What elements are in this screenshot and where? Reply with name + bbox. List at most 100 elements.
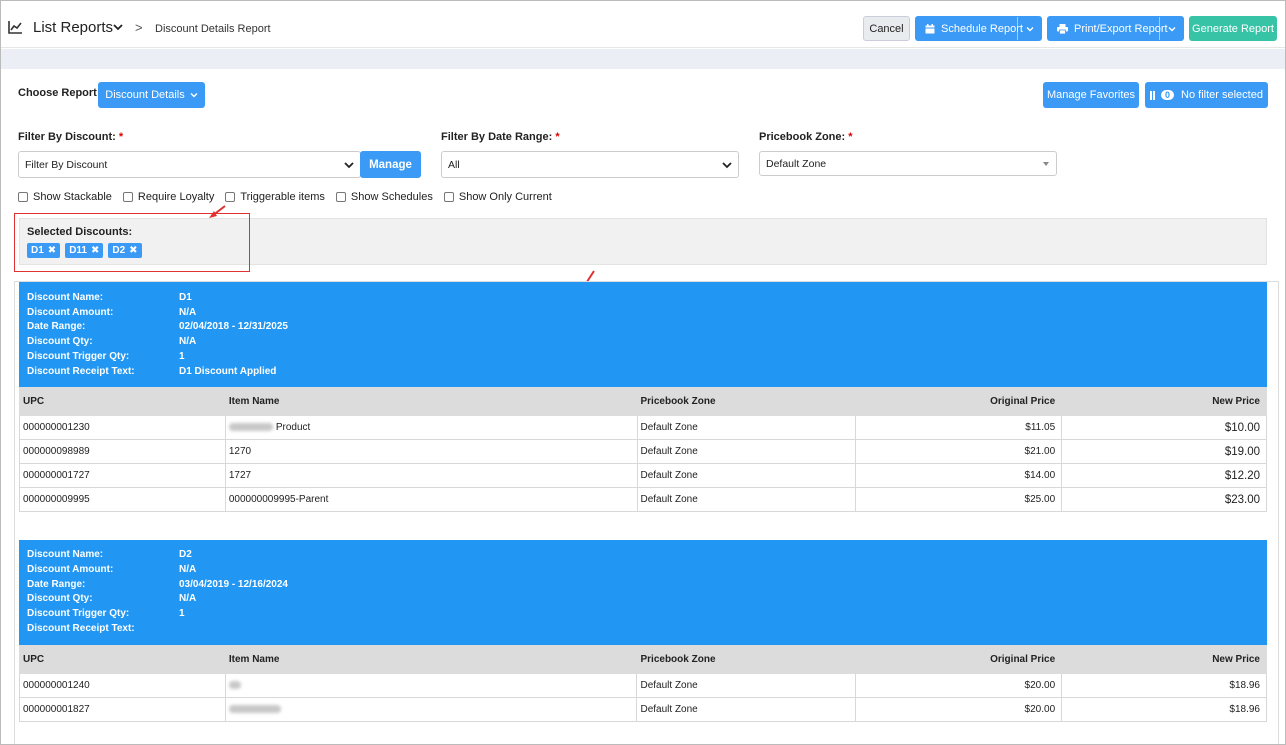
chevron-down-icon	[190, 93, 198, 98]
cell-original-price: $20.00	[855, 673, 1063, 698]
cell-zone: Default Zone	[636, 673, 857, 698]
breadcrumb-separator: >	[135, 20, 143, 35]
discount-amount-value: N/A	[179, 307, 197, 318]
checkbox-box[interactable]	[335, 192, 346, 202]
pricebook-zone-select[interactable]: Default Zone	[759, 151, 1057, 176]
column-header-item-name[interactable]: Item Name	[224, 387, 638, 416]
filter-list-icon	[1150, 90, 1157, 100]
pricebook-zone-label: Pricebook Zone: *	[759, 131, 853, 143]
cell-upc: 000000009995	[19, 487, 226, 512]
cell-zone: Default Zone	[636, 463, 857, 488]
filter-checkboxes: Show Stackable Require Loyalty Triggerab…	[18, 191, 563, 203]
date-range-select[interactable]: All	[441, 151, 739, 178]
cell-new-price: $10.00	[1061, 415, 1267, 440]
generate-report-label: Generate Report	[1192, 22, 1274, 35]
redacted-text	[228, 681, 241, 690]
print-export-label: Print/Export Report	[1074, 22, 1168, 35]
checkbox-box[interactable]	[122, 192, 133, 202]
cell-new-price: $19.00	[1061, 439, 1267, 464]
show-stackable-checkbox[interactable]: Show Stackable	[18, 191, 112, 203]
cell-item-name: 1270	[224, 439, 638, 464]
column-header-original-price[interactable]: Original Price	[855, 387, 1063, 416]
required-marker: *	[118, 131, 124, 143]
cancel-button[interactable]: Cancel	[863, 16, 910, 41]
column-header-pricebook-zone[interactable]: Pricebook Zone	[636, 387, 857, 416]
cell-original-price: $20.00	[855, 697, 1063, 722]
column-header-upc[interactable]: UPC	[19, 387, 226, 416]
discount-name-value: D2	[179, 549, 192, 560]
discount-name-value: D1	[179, 292, 192, 303]
manage-favorites-button[interactable]: Manage Favorites	[1043, 82, 1139, 108]
triggerable-items-checkbox[interactable]: Triggerable items	[225, 191, 325, 203]
cell-item-name: 1727	[224, 463, 638, 488]
checkbox-box[interactable]	[225, 192, 236, 202]
field-label: Discount Qty:	[27, 336, 93, 347]
table-row: 000000001827 Default Zone $20.00 $18.96	[19, 697, 1267, 722]
discount-qty-value: N/A	[179, 593, 197, 604]
cell-zone: Default Zone	[636, 697, 857, 722]
filter-discount-value: Filter By Discount	[25, 158, 108, 171]
column-header-new-price[interactable]: New Price	[1061, 387, 1267, 416]
schedule-report-button[interactable]: Schedule Report	[915, 16, 1042, 41]
show-only-current-checkbox[interactable]: Show Only Current	[443, 191, 552, 203]
header-divider-band	[1, 49, 1285, 69]
cell-new-price: $18.96	[1061, 673, 1267, 698]
choose-report-label: Choose Report	[18, 87, 97, 99]
table-header-row: UPC Item Name Pricebook Zone Original Pr…	[19, 387, 1267, 416]
report-window: List Reports > Discount Details Report C…	[0, 0, 1286, 745]
checkbox-label: Show Only Current	[458, 191, 552, 203]
required-marker: *	[848, 131, 853, 143]
cell-zone: Default Zone	[636, 487, 857, 512]
column-header-upc[interactable]: UPC	[19, 645, 226, 674]
chevron-down-icon	[344, 161, 354, 168]
cell-item-name	[224, 673, 638, 698]
cell-upc: 000000098989	[19, 439, 226, 464]
date-range-value: 02/04/2018 - 12/31/2025	[179, 321, 288, 332]
require-loyalty-checkbox[interactable]: Require Loyalty	[122, 191, 214, 203]
field-label: Discount Amount:	[27, 564, 114, 575]
chevron-down-icon[interactable]	[112, 21, 124, 33]
filter-discount-select[interactable]: Filter By Discount	[18, 151, 361, 178]
required-marker: *	[555, 131, 560, 143]
field-label: Date Range:	[27, 579, 86, 590]
redacted-text	[228, 423, 273, 432]
column-header-original-price[interactable]: Original Price	[855, 645, 1063, 674]
cell-zone: Default Zone	[636, 415, 857, 440]
table-row: 000000098989 1270 Default Zone $21.00 $1…	[19, 439, 1267, 464]
export-dropdown-icon[interactable]	[1159, 17, 1183, 40]
table-row: 000000009995 000000009995-Parent Default…	[19, 487, 1267, 512]
trigger-qty-value: 1	[179, 351, 185, 362]
table-row: 000000001230 Product Default Zone $11.05…	[19, 415, 1267, 440]
discount-items-table-d2: UPC Item Name Pricebook Zone Original Pr…	[19, 645, 1267, 722]
column-header-item-name[interactable]: Item Name	[224, 645, 638, 674]
redacted-text	[228, 705, 281, 714]
chevron-down-icon	[722, 161, 732, 168]
manage-favorites-label: Manage Favorites	[1046, 89, 1136, 101]
print-export-button[interactable]: Print/Export Report	[1047, 16, 1184, 41]
field-label: Discount Amount:	[27, 307, 114, 318]
discount-qty-value: N/A	[179, 336, 197, 347]
item-name-text: Product	[275, 422, 311, 433]
filter-status-button[interactable]: 0 No filter selected	[1145, 82, 1268, 108]
column-header-new-price[interactable]: New Price	[1061, 645, 1267, 674]
breadcrumb-current: Discount Details Report	[155, 23, 271, 35]
table-row: 000000001727 1727 Default Zone $14.00 $1…	[19, 463, 1267, 488]
show-schedules-checkbox[interactable]: Show Schedules	[335, 191, 433, 203]
checkbox-box[interactable]	[443, 192, 454, 202]
checkbox-label: Triggerable items	[240, 191, 325, 203]
table-row: 000000001240 Default Zone $20.00 $18.96	[19, 673, 1267, 698]
column-header-pricebook-zone[interactable]: Pricebook Zone	[636, 645, 857, 674]
date-range-value: All	[448, 158, 460, 171]
filter-status-label: No filter selected	[1181, 89, 1263, 101]
manage-label: Manage	[369, 158, 412, 171]
field-label: Discount Trigger Qty:	[27, 608, 130, 619]
choose-report-dropdown[interactable]: Discount Details	[98, 82, 205, 108]
schedule-dropdown-icon[interactable]	[1017, 17, 1041, 40]
checkbox-label: Show Stackable	[33, 191, 112, 203]
cell-new-price: $23.00	[1061, 487, 1267, 512]
manage-discount-button[interactable]: Manage	[360, 151, 421, 178]
discount-items-table-d1: UPC Item Name Pricebook Zone Original Pr…	[19, 387, 1267, 512]
cell-upc: 000000001727	[19, 463, 226, 488]
checkbox-box[interactable]	[18, 192, 28, 202]
generate-report-button[interactable]: Generate Report	[1189, 16, 1277, 41]
